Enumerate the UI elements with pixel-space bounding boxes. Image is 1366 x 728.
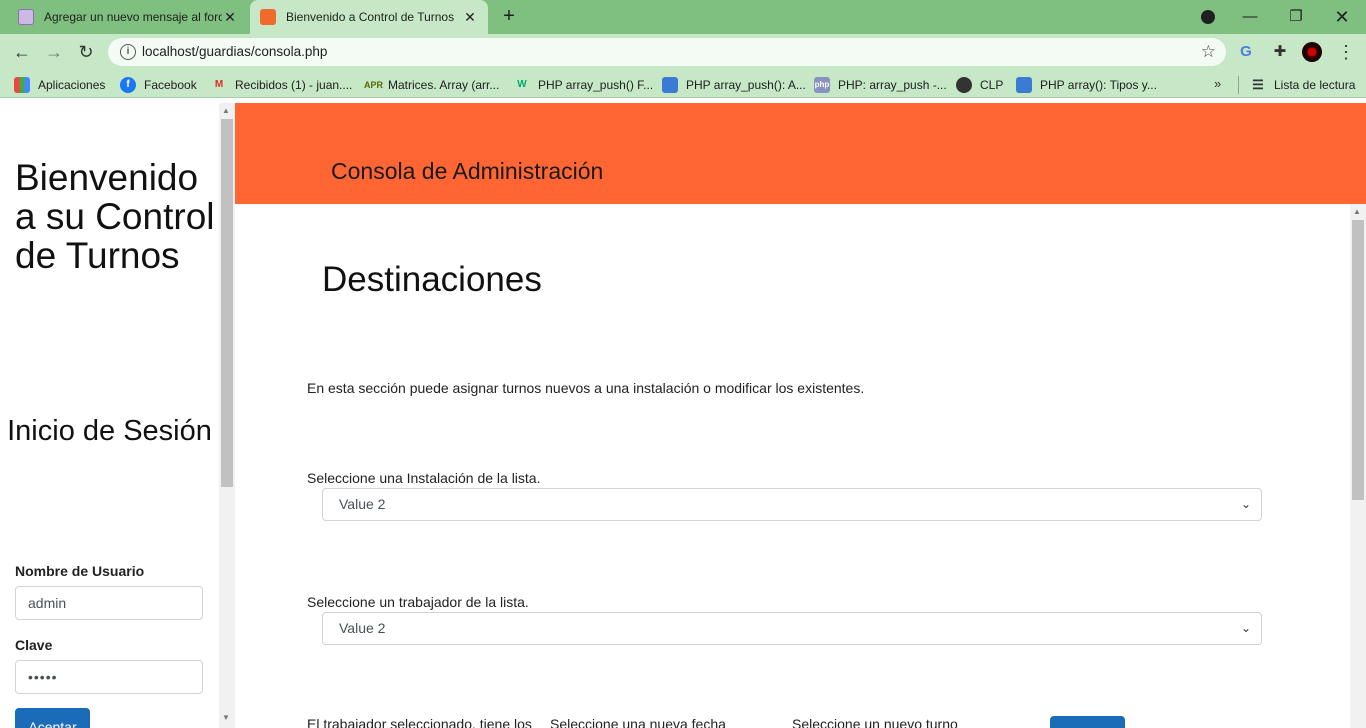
chevron-down-icon: ⌄ bbox=[1240, 497, 1251, 511]
banner-title: Consola de Administración bbox=[331, 158, 604, 184]
reload-icon[interactable]: ↻ bbox=[74, 40, 98, 64]
welcome-heading: Bienvenido a su Control de Turnos bbox=[15, 157, 215, 276]
translate-icon[interactable]: G bbox=[1236, 42, 1256, 62]
browser-tab-strip: Agregar un nuevo mensaje al foro ✕ Bienv… bbox=[0, 0, 1366, 34]
scrollbar-thumb[interactable] bbox=[221, 119, 233, 487]
close-tab-icon[interactable]: ✕ bbox=[462, 9, 478, 26]
bookmark-apps[interactable]: Aplicaciones bbox=[14, 76, 105, 94]
url-text[interactable]: localhost/guardias/consola.php bbox=[142, 44, 327, 59]
new-shift-label: Seleccione un nuevo turno bbox=[792, 716, 958, 728]
browser-tab[interactable]: Agregar un nuevo mensaje al foro ✕ bbox=[8, 0, 248, 34]
scroll-down-icon[interactable]: ▼ bbox=[222, 713, 230, 722]
bookmark-label: Recibidos (1) - juan.... bbox=[235, 78, 353, 92]
login-button[interactable]: Aceptar bbox=[15, 708, 90, 728]
tab-title: Bienvenido a Control de Turnos bbox=[286, 10, 455, 24]
json-file-icon bbox=[18, 9, 34, 25]
close-window-button[interactable]: ✕ bbox=[1330, 6, 1354, 28]
reading-list-label: Lista de lectura bbox=[1274, 78, 1356, 92]
cube-icon bbox=[1016, 77, 1032, 93]
bookmark-facebook[interactable]: f Facebook bbox=[120, 76, 197, 94]
bookmark-label: PHP: array_push -... bbox=[838, 78, 947, 92]
bookmark-label: Aplicaciones bbox=[38, 78, 106, 92]
scroll-up-icon[interactable]: ▲ bbox=[222, 106, 230, 115]
browser-menu-icon[interactable]: ⋮ bbox=[1336, 42, 1356, 62]
bookmark-label: Matrices. Array (arr... bbox=[388, 78, 500, 92]
browser-toolbar: ← → ↻ i localhost/guardias/consola.php ☆… bbox=[0, 34, 1366, 70]
bookmark-w3schools[interactable]: W PHP array_push() F... bbox=[514, 76, 653, 94]
apr-icon: APR bbox=[364, 80, 384, 90]
sidebar-scrollbar[interactable]: ▲ ▼ bbox=[219, 103, 235, 728]
gmail-icon: M bbox=[214, 79, 224, 90]
worker-label: Seleccione un trabajador de la lista. bbox=[307, 594, 529, 610]
scrollbar-thumb[interactable] bbox=[1352, 220, 1364, 500]
back-arrow-icon[interactable]: ← bbox=[10, 40, 34, 64]
intro-text: En esta sección puede asignar turnos nue… bbox=[307, 380, 865, 396]
bookmark-clp[interactable]: CLP bbox=[956, 76, 1003, 94]
scroll-up-icon[interactable]: ▲ bbox=[1353, 207, 1361, 216]
main-scrollbar[interactable]: ▲ bbox=[1350, 204, 1366, 728]
reading-list-icon: ☰ bbox=[1252, 77, 1264, 92]
bookmark-matrices[interactable]: APR Matrices. Array (arr... bbox=[364, 76, 499, 94]
minimize-window-button[interactable]: — bbox=[1238, 6, 1262, 28]
php-icon: php bbox=[814, 77, 830, 93]
login-sidebar: Bienvenido a su Control de Turnos Inicio… bbox=[0, 103, 219, 728]
worker-shifts-label: El trabajador seleccionado, tiene los bbox=[307, 716, 532, 728]
cube-icon bbox=[662, 77, 678, 93]
username-label: Nombre de Usuario bbox=[15, 563, 145, 579]
worker-select-value: Value 2 bbox=[339, 620, 386, 636]
login-title: Inicio de Sesión bbox=[7, 415, 212, 447]
bookmark-label: CLP bbox=[980, 78, 1004, 92]
tab-title: Agregar un nuevo mensaje al foro bbox=[44, 10, 222, 24]
page-title: Destinaciones bbox=[322, 260, 542, 299]
header-banner: Consola de Administración bbox=[235, 103, 1366, 204]
browser-tab-active[interactable]: Bienvenido a Control de Turnos ✕ bbox=[250, 0, 488, 34]
username-input[interactable] bbox=[15, 586, 203, 620]
bookmark-array-push[interactable]: PHP array_push(): A... bbox=[662, 76, 806, 94]
forward-arrow-icon[interactable]: → bbox=[42, 40, 66, 64]
extensions-puzzle-icon[interactable]: ✚ bbox=[1270, 42, 1290, 62]
globe-icon bbox=[956, 77, 972, 93]
password-input[interactable] bbox=[15, 660, 203, 694]
bookmark-label: PHP array_push() F... bbox=[538, 78, 654, 92]
bookmark-label: PHP array(): Tipos y... bbox=[1040, 78, 1157, 92]
bookmark-label: Facebook bbox=[144, 78, 197, 92]
submit-button[interactable] bbox=[1050, 716, 1125, 728]
main-content: Consola de Administración Destinaciones … bbox=[235, 103, 1366, 728]
close-tab-icon[interactable]: ✕ bbox=[222, 9, 238, 26]
new-tab-button[interactable]: + bbox=[498, 5, 520, 27]
worker-select[interactable]: Value 2 ⌄ bbox=[322, 612, 1262, 645]
apps-grid-icon bbox=[14, 77, 30, 93]
xampp-icon bbox=[260, 9, 276, 25]
restore-window-button[interactable]: ❐ bbox=[1284, 6, 1308, 28]
new-date-label: Seleccione una nueva fecha bbox=[550, 716, 726, 728]
bookmark-star-icon[interactable]: ☆ bbox=[1201, 42, 1216, 62]
installation-select[interactable]: Value 2 ⌄ bbox=[322, 488, 1262, 521]
divider bbox=[1238, 76, 1239, 94]
reading-list[interactable]: ☰ Lista de lectura bbox=[1250, 76, 1355, 94]
bookmark-gmail[interactable]: M Recibidos (1) - juan.... bbox=[211, 76, 353, 94]
bookmark-label: PHP array_push(): A... bbox=[686, 78, 806, 92]
address-bar[interactable]: i localhost/guardias/consola.php ☆ bbox=[108, 38, 1226, 66]
chevron-down-icon: ⌄ bbox=[1240, 621, 1251, 635]
password-label: Clave bbox=[15, 637, 53, 653]
page-viewport: Bienvenido a su Control de Turnos Inicio… bbox=[0, 103, 1366, 728]
bookmark-php-array[interactable]: PHP array(): Tipos y... bbox=[1016, 76, 1157, 94]
profile-avatar[interactable] bbox=[1302, 42, 1322, 62]
bookmarks-bar: Aplicaciones f Facebook M Recibidos (1) … bbox=[0, 70, 1366, 98]
installation-label: Seleccione una Instalación de la lista. bbox=[307, 470, 541, 486]
info-icon[interactable]: i bbox=[120, 44, 136, 60]
bookmark-php-net[interactable]: php PHP: array_push -... bbox=[814, 76, 947, 94]
installation-select-value: Value 2 bbox=[339, 496, 386, 512]
facebook-icon: f bbox=[120, 77, 136, 93]
more-bookmarks-icon[interactable]: » bbox=[1214, 76, 1221, 91]
tab-search-icon[interactable] bbox=[1196, 6, 1220, 28]
w3schools-icon: W bbox=[517, 79, 527, 90]
